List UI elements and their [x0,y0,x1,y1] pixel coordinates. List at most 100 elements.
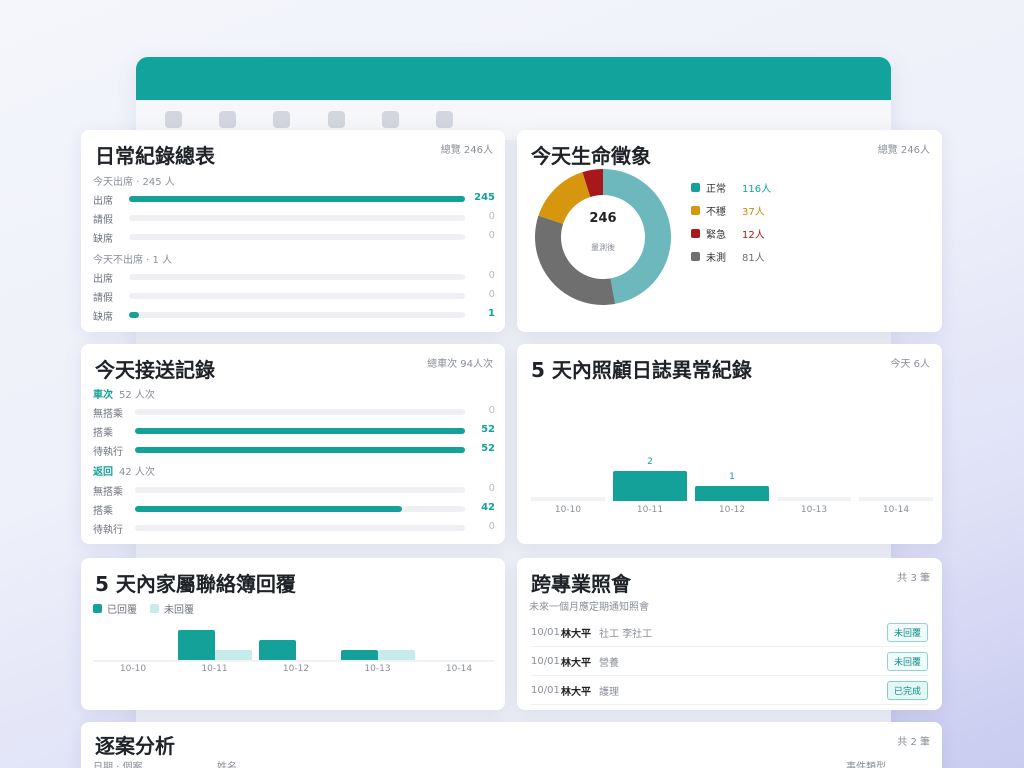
meeting-row[interactable]: 10/01 林大平 社工 李社工 未回覆 [531,618,928,647]
progress-track [135,447,465,453]
legend-value: 37人 [742,207,765,218]
meeting-date: 10/01 [531,655,560,667]
column-name: 姓名 [217,762,237,768]
toolbar-icon[interactable] [273,111,290,128]
progress-track [135,409,465,415]
care-bar-10-12[interactable] [695,486,769,501]
case-analysis-card: 逐案分析 共 2 筆 日期 · 個案 姓名 事件類型 [81,722,942,768]
progress-track [135,525,465,531]
absent-heading: 今天不出席 · 1 人 [93,255,173,266]
status-badge[interactable]: 未回覆 [886,651,928,671]
card-title: 今天生命徵象 [531,144,651,168]
card-meta: 今天 6人 [890,359,930,370]
row-label: 待執行 [93,525,123,536]
care-bar-label: 2 [647,457,653,467]
progress-fill [129,196,465,202]
care-bar-label: 1 [729,472,735,482]
row-label: 搭乘 [93,506,113,517]
toolbar-icon[interactable] [219,111,236,128]
care-tick-label: 10-13 [800,505,828,515]
care-tick-label: 10-10 [554,505,582,515]
legend-swatch [691,183,700,192]
return-label: 返回 [93,467,113,478]
row-value: 0 [488,405,495,416]
card-title: 5 天內照顧日誌異常紀錄 [531,358,752,382]
care-tick-label: 10-12 [718,505,746,515]
row-label: 缺席 [93,312,113,323]
care-log-card: 5 天內照顧日誌異常紀錄 今天 6人 10-10 2 10-11 1 10-12 10-1… [517,344,942,544]
toolbar-icon[interactable] [328,111,345,128]
progress-track [135,487,465,493]
card-meta: 共 3 筆 [897,573,930,584]
unreplied-bar-10-13[interactable] [377,650,415,660]
row-label: 出席 [93,274,113,285]
row-value: 0 [488,270,495,281]
unreplied-swatch [150,604,159,613]
progress-track [129,293,465,299]
toolbar-icon[interactable] [382,111,399,128]
vitals-legend-item: 緊急 12人 [691,226,765,241]
vitals-legend-item: 不穩 37人 [691,203,765,218]
meeting-subtitle: 未來一個月應定期通知照會 [529,602,649,613]
donut-center-value: 246 [589,211,617,226]
replied-bar-10-11[interactable] [177,630,215,660]
card-title: 逐案分析 [95,734,175,758]
care-tick-label: 10-11 [636,505,664,515]
card-title: 今天接送記錄 [95,358,215,382]
progress-fill [135,447,465,453]
meeting-date: 10/01 [531,626,560,638]
donut-slice-3[interactable] [535,215,616,305]
family-tick-label: 10-14 [445,664,473,674]
column-date: 日期 · 個案 [93,762,143,768]
meeting-name: 林大平 [561,628,591,640]
row-label: 無搭乘 [93,409,123,420]
row-value: 52 [481,424,495,435]
progress-fill [135,428,465,434]
status-badge[interactable]: 已完成 [886,680,928,700]
progress-track [129,215,465,221]
meeting-card: 跨專業照會 共 3 筆 未來一個月應定期通知照會 10/01 林大平 社工 李社工未… [517,558,942,710]
toolbar-icon[interactable] [165,111,182,128]
progress-fill [129,312,140,318]
meeting-desc: 護理 [599,686,619,698]
progress-track [135,506,465,512]
card-meta: 總車次 94人次 [427,359,493,370]
meeting-row[interactable]: 10/01 林大平 營養 未回覆 [531,647,928,676]
row-label: 缺席 [93,234,113,245]
row-value: 0 [488,211,495,222]
vitals-legend-item: 未測 81人 [691,249,765,264]
meeting-name: 林大平 [561,686,591,698]
replied-bar-10-12[interactable] [259,640,296,660]
meeting-name: 林大平 [561,657,591,669]
row-value: 52 [481,443,495,454]
row-label: 無搭乘 [93,487,123,498]
care-bar-10-11[interactable] [613,471,687,501]
meeting-row[interactable]: 10/01 林大平 護理 已完成 [531,676,928,705]
family-tick-label: 10-12 [282,664,310,674]
family-legend: 已回覆 未回覆 [93,601,194,616]
progress-track [129,274,465,280]
toolbar-icon[interactable] [436,111,453,128]
row-label: 請假 [93,293,113,304]
vitals-donut-chart [535,169,672,305]
replied-bar-10-13[interactable] [340,650,378,660]
donut-slice-0[interactable] [603,169,672,304]
row-label: 出席 [93,196,113,207]
row-label: 搭乘 [93,428,113,439]
vitals-card: 今天生命徵象 總覽 246人 246 量測後 正常 116人 不穩 37人 緊急 12人未… [517,130,942,332]
progress-track [135,428,465,434]
status-badge[interactable]: 未回覆 [886,622,928,642]
legend-name: 正常 [706,184,726,195]
legend-value: 12人 [742,230,765,241]
family-reply-card: 5 天內家屬聯絡簿回覆 已回覆 未回覆 10-10 10-11 10-12 10-13… [81,558,505,710]
card-title: 5 天內家屬聯絡簿回覆 [95,572,296,596]
progress-fill [135,506,403,512]
background-header [136,57,891,100]
vitals-legend-item: 正常 116人 [691,180,771,195]
progress-track [129,234,465,240]
row-value: 245 [474,192,495,203]
return-heading: 返回 42 人次 [93,463,155,478]
unreplied-bar-10-11[interactable] [214,650,252,660]
outbound-label: 車次 [93,390,113,401]
legend-name: 未測 [706,253,726,264]
